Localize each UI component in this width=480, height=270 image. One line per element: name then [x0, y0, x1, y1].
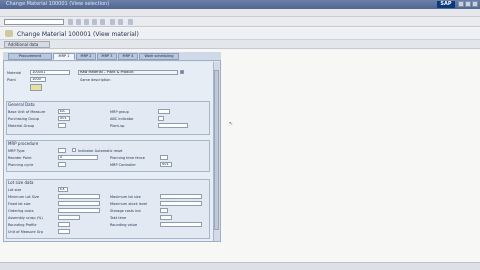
scrollbar-thumb[interactable]: [214, 70, 219, 230]
mrp-group-label: MRP group: [110, 110, 129, 114]
ordering-costs-field[interactable]: [58, 208, 100, 213]
lot-size-title: Lot size data: [8, 180, 34, 185]
plant-label: Plant: [7, 78, 16, 82]
minimum-lot-size-field[interactable]: [58, 194, 100, 199]
save-icon[interactable]: [76, 19, 81, 25]
same-description-link[interactable]: Same description: [80, 78, 111, 82]
find-icon[interactable]: [118, 19, 123, 25]
maximum-lot-size-field[interactable]: [160, 194, 202, 199]
menu-bar: [0, 9, 480, 17]
plant-status-field[interactable]: [158, 123, 188, 128]
assembly-scrap-label: Assembly scrap (%): [8, 216, 43, 220]
purchasing-group-field[interactable]: 001: [58, 116, 70, 121]
status-bar: [0, 262, 480, 270]
storage-costs-label: Storage costs ind.: [110, 209, 142, 213]
rounding-profile-field[interactable]: [58, 222, 70, 227]
mrp-controller-label: MRP Controller: [110, 163, 136, 167]
lot-size-label: Lot size: [8, 188, 22, 192]
tab-mrp4[interactable]: MRP 4: [118, 53, 138, 60]
mrp-controller-field[interactable]: 001: [160, 162, 172, 167]
minimum-lot-size-label: Minimum Lot Size: [8, 195, 40, 199]
mrp-type-field[interactable]: [58, 148, 66, 153]
tab-procurement[interactable]: Procurement: [8, 53, 52, 60]
planning-time-fence-field[interactable]: [160, 155, 168, 160]
application-toolbar: [0, 40, 480, 49]
material-group-label: Material-Group: [8, 124, 35, 128]
tab-work-scheduling[interactable]: Work scheduling: [139, 53, 179, 60]
maximize-button[interactable]: [465, 1, 471, 7]
material-group-field[interactable]: [58, 123, 66, 128]
tab-mrp1[interactable]: MRP 1: [53, 53, 75, 60]
rounding-value-field[interactable]: [160, 222, 202, 227]
planning-cycle-field[interactable]: [58, 162, 66, 167]
purchasing-group-label: Purchasing Group: [8, 117, 39, 121]
abc-indicator-label: ABC indicator: [110, 117, 134, 121]
mrp-group-field[interactable]: [158, 109, 170, 114]
minimize-button[interactable]: [458, 1, 464, 7]
navigation-icon[interactable]: [5, 30, 13, 37]
long-text-icon[interactable]: [180, 70, 184, 74]
planning-time-fence-label: Planning time fence: [110, 156, 145, 160]
command-field[interactable]: [4, 19, 64, 25]
material-description-field[interactable]: Raw Material – Plant & Product: [78, 70, 178, 75]
cancel-icon[interactable]: [100, 19, 105, 25]
sap-logo: SAP: [437, 1, 455, 8]
general-data-title: General Data: [8, 102, 35, 107]
auto-reset-label: Indicator Automatic reset: [78, 149, 123, 153]
tab-mrp3[interactable]: MRP 3: [97, 53, 117, 60]
enter-icon[interactable]: [68, 19, 73, 25]
storage-costs-field[interactable]: [160, 208, 168, 213]
ordering-costs-label: Ordering costs: [8, 209, 34, 213]
rounding-profile-label: Rounding Profile: [8, 223, 37, 227]
uom-group-label: Unit of Measure Grp: [8, 230, 44, 234]
base-unit-field[interactable]: EA: [58, 109, 70, 114]
base-unit-label: Base Unit of Measure: [8, 110, 46, 114]
material-label: Material: [7, 71, 22, 75]
help-icon[interactable]: [128, 19, 133, 25]
abc-indicator-field[interactable]: [158, 116, 164, 121]
window-title: Change Material 100001 (View selection): [6, 1, 110, 7]
mrp-type-label: MRP Type: [8, 149, 25, 153]
fixed-lot-size-field[interactable]: [58, 201, 100, 206]
back-icon[interactable]: [84, 19, 89, 25]
maximum-stock-level-field[interactable]: [160, 201, 202, 206]
print-icon[interactable]: [110, 19, 115, 25]
app-title: Change Material 100001 (View material): [17, 31, 139, 38]
close-button[interactable]: [472, 1, 478, 7]
reorder-point-field[interactable]: 0: [58, 155, 98, 160]
material-icon: [30, 84, 42, 91]
fixed-lot-size-label: Fixed lot size: [8, 202, 31, 206]
exit-icon[interactable]: [92, 19, 97, 25]
tab-mrp2[interactable]: MRP 2: [76, 53, 96, 60]
additional-data-button[interactable]: Additional data: [4, 41, 50, 48]
assembly-scrap-field[interactable]: [58, 215, 80, 220]
planning-cycle-label: Planning cycle: [8, 163, 34, 167]
takt-time-field[interactable]: [160, 215, 172, 220]
plant-status-label: Plant-sp.: [110, 124, 126, 128]
reorder-point-label: Reorder Point: [8, 156, 32, 160]
maximum-stock-level-label: Maximum stock level: [110, 202, 148, 206]
maximum-lot-size-label: Maximum lot size: [110, 195, 141, 199]
plant-field[interactable]: 1000: [30, 77, 46, 82]
uom-group-field[interactable]: [58, 229, 70, 234]
mrp-procedure-title: MRP procedure: [8, 141, 39, 146]
lot-size-field[interactable]: EX: [58, 187, 68, 192]
rounding-value-label: Rounding value: [110, 223, 138, 227]
auto-reset-checkbox[interactable]: [72, 148, 76, 152]
mouse-cursor-icon: ↖: [229, 121, 234, 127]
takt-time-label: Takt time: [110, 216, 127, 220]
material-field[interactable]: 100001: [30, 70, 70, 75]
